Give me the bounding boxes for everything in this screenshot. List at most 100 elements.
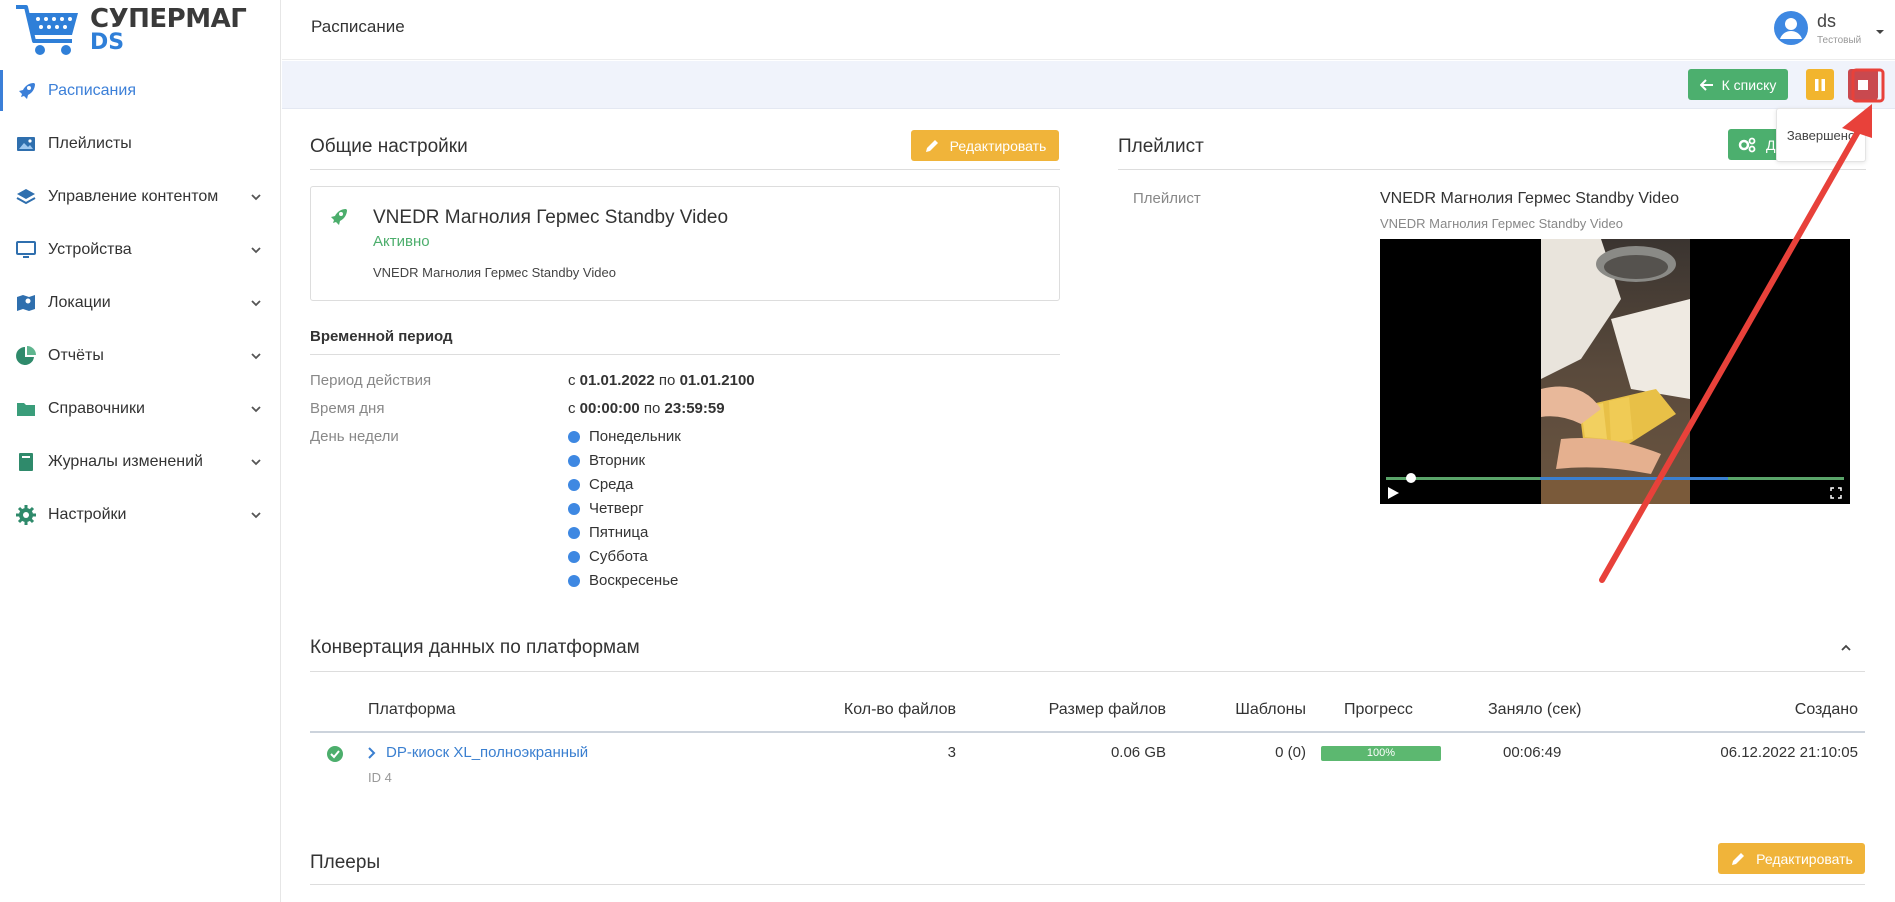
time-from: 00:00:00	[579, 400, 640, 417]
prefix: по	[658, 372, 676, 389]
status-badge: Активно	[373, 233, 430, 250]
playlist-name: VNEDR Магнолия Гермес Standby Video	[1380, 190, 1679, 207]
weekday-name: Пятница	[589, 524, 649, 541]
col-progress: Прогресс	[1344, 701, 1413, 718]
sidebar-item-reports[interactable]: Отчёты	[0, 329, 281, 382]
sidebar-item-settings[interactable]: Настройки	[0, 488, 281, 541]
pause-button[interactable]	[1806, 69, 1834, 100]
sidebar-item-references[interactable]: Справочники	[0, 382, 281, 435]
valid-period-label: Период действия	[310, 372, 432, 389]
players-title: Плееры	[310, 852, 381, 873]
sidebar-item-devices[interactable]: Устройства	[0, 223, 281, 276]
weekday-item: Понедельник	[568, 428, 681, 445]
platform-link[interactable]: DP-киоск XL_полноэкранный	[386, 744, 588, 761]
user-menu[interactable]: ds Тестовый	[1765, 8, 1885, 52]
col-took: Заняло (сек)	[1488, 701, 1582, 718]
period-title: Временной период	[310, 328, 453, 345]
avatar-icon	[1774, 11, 1808, 45]
fullscreen-icon[interactable]	[1830, 487, 1842, 499]
weekday-name: Вторник	[589, 452, 646, 469]
arrow-left-icon	[1699, 78, 1713, 91]
back-label: К списку	[1721, 76, 1777, 93]
weekday-name: Понедельник	[589, 428, 681, 445]
edit-label: Редактировать	[1756, 850, 1853, 867]
sidebar-item-changelogs[interactable]: Журналы изменений	[0, 435, 281, 488]
sidebar-item-content[interactable]: Управление контентом	[0, 170, 281, 223]
dot-icon	[568, 502, 580, 515]
file-size: 0.06 GB	[1110, 744, 1166, 761]
edit-players-button[interactable]: Редактировать	[1718, 843, 1865, 874]
sidebar-item-label: Плейлисты	[48, 134, 132, 152]
monitor-icon	[16, 240, 36, 258]
rocket-icon	[331, 209, 347, 225]
folder-icon	[17, 402, 35, 416]
map-icon	[17, 294, 35, 311]
pie-chart-icon	[16, 345, 36, 365]
sidebar-item-label: Управление контентом	[48, 187, 219, 205]
layers-icon	[16, 188, 36, 204]
chevron-down-icon	[251, 405, 261, 412]
stop-icon	[1858, 79, 1868, 90]
sidebar-item-playlists[interactable]: Плейлисты	[0, 117, 281, 170]
chevron-down-icon	[251, 246, 261, 253]
sidebar-item-label: Устройства	[48, 240, 132, 258]
logo-text: СУПЕРМАГ DS	[90, 6, 247, 55]
video-player[interactable]	[1380, 239, 1850, 504]
col-created: Создано	[1794, 701, 1858, 718]
pencil-icon	[1732, 852, 1745, 865]
cart-logo-icon	[16, 5, 78, 55]
chevron-right-icon[interactable]	[366, 746, 378, 760]
dot-icon	[568, 478, 580, 491]
user-name: ds	[1817, 11, 1837, 31]
sidebar-item-locations[interactable]: Локации	[0, 276, 281, 329]
chevron-up-icon[interactable]	[1839, 641, 1853, 655]
table-header-divider	[310, 731, 1865, 733]
gear-icon	[16, 504, 36, 525]
dot-icon	[568, 550, 580, 563]
sidebar-nav: Расписания Плейлисты Управление контенто…	[0, 64, 281, 541]
chevron-down-icon	[251, 352, 261, 359]
logo-line2: DS	[90, 30, 125, 55]
weekday-name: Воскресенье	[589, 572, 679, 589]
weekday-label: День недели	[310, 428, 399, 445]
schedule-description: VNEDR Магнолия Гермес Standby Video	[373, 265, 616, 280]
rocket-icon	[19, 82, 35, 99]
playlist-action-label: Д	[1766, 136, 1776, 153]
col-templates: Шаблоны	[1235, 701, 1306, 718]
sidebar-item-label: Локации	[48, 293, 111, 311]
edit-general-button[interactable]: Редактировать	[911, 130, 1059, 161]
valid-to: 01.01.2100	[679, 372, 755, 389]
sidebar-item-schedules[interactable]: Расписания	[0, 64, 281, 117]
play-icon[interactable]	[1386, 486, 1400, 500]
schedule-name: VNEDR Магнолия Гермес Standby Video	[373, 207, 729, 228]
day-time-label: Время дня	[310, 400, 385, 417]
schedule-card: VNEDR Магнолия Гермес Standby Video Акти…	[310, 186, 1060, 301]
playlist-subtitle: VNEDR Магнолия Гермес Standby Video	[1380, 216, 1623, 231]
user-role: Тестовый	[1817, 35, 1862, 46]
chevron-down-icon	[251, 458, 261, 465]
back-to-list-button[interactable]: К списку	[1688, 69, 1788, 100]
playlist-label: Плейлист	[1133, 190, 1201, 207]
video-progress-handle[interactable]	[1406, 473, 1416, 483]
prefix: с	[568, 400, 576, 417]
gears-icon	[1738, 137, 1756, 152]
edit-label: Редактировать	[949, 137, 1047, 154]
divider	[1118, 169, 1866, 170]
sidebar: СУПЕРМАГ DS Расписания Плейлисты Управле…	[0, 0, 281, 902]
stop-button[interactable]	[1848, 69, 1878, 100]
images-icon	[17, 136, 35, 151]
dot-icon	[568, 526, 580, 539]
book-icon	[19, 452, 33, 471]
logo[interactable]: СУПЕРМАГ DS	[14, 3, 247, 63]
weekday-item: Пятница	[568, 524, 648, 541]
sidebar-item-label: Расписания	[48, 81, 136, 99]
platform-id: ID 4	[368, 770, 392, 785]
took-time: 00:06:49	[1503, 744, 1562, 761]
chevron-down-icon	[251, 193, 261, 200]
weekday-item: Четверг	[568, 500, 644, 517]
weekday-item: Суббота	[568, 548, 648, 565]
pencil-icon	[925, 139, 938, 152]
chevron-down-icon	[251, 511, 261, 518]
progress-bar: 100%	[1321, 746, 1441, 761]
weekday-item: Среда	[568, 476, 633, 493]
